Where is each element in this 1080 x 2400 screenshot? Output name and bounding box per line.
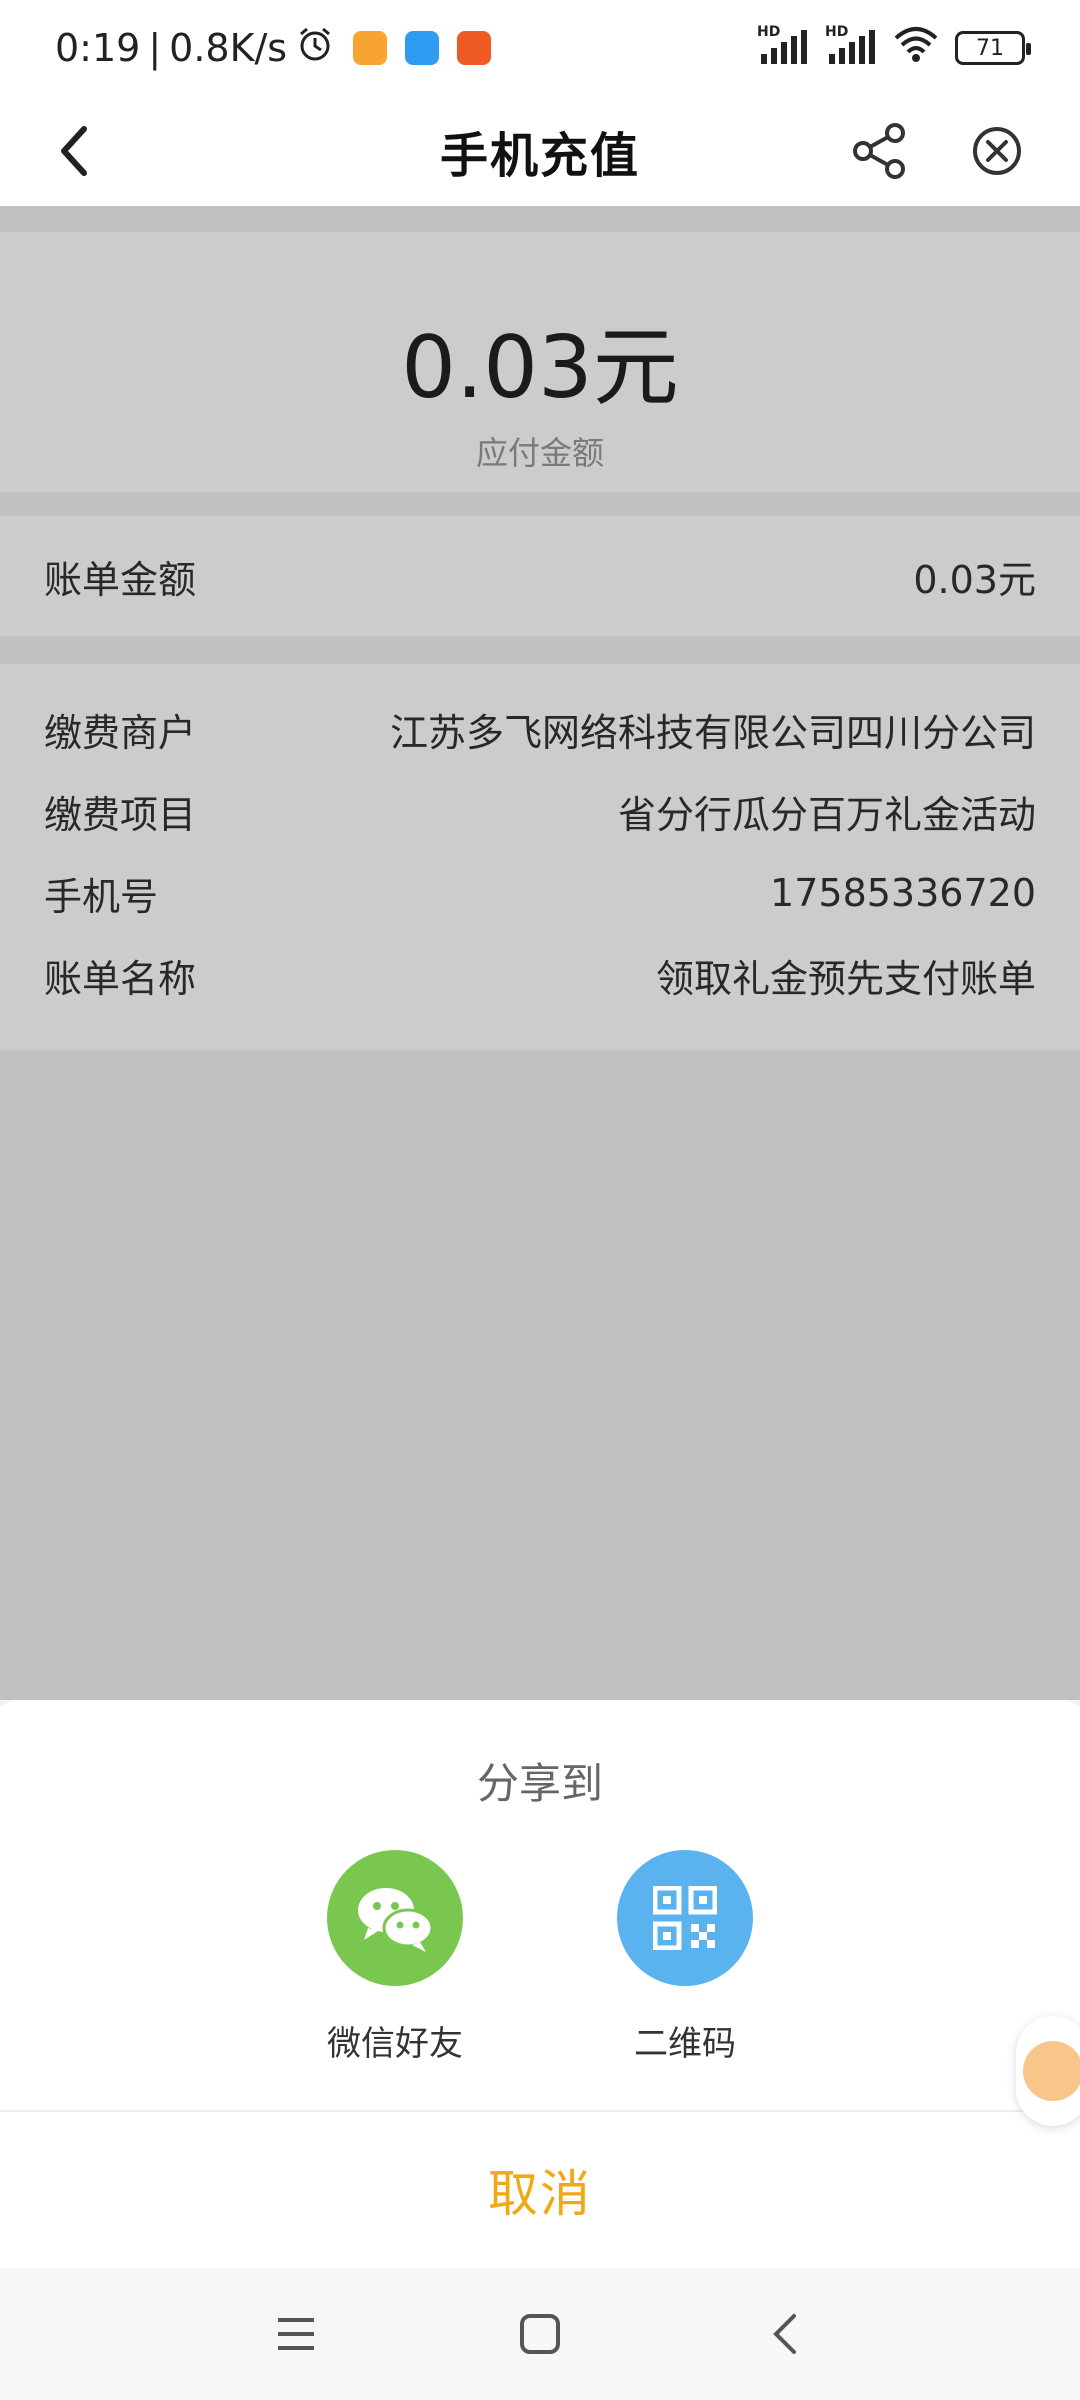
back-button[interactable]	[40, 116, 110, 186]
back-triangle-icon	[773, 2314, 796, 2354]
dim-overlay[interactable]	[0, 206, 1080, 1700]
status-separator: |	[148, 26, 162, 70]
network-speed: 0.8K/s	[169, 26, 288, 70]
notification-app-icon-orange	[353, 31, 388, 65]
close-button[interactable]	[958, 112, 1036, 190]
alarm-icon	[295, 24, 335, 73]
system-nav-bar	[0, 2268, 1080, 2400]
signal-hd-label-1: HD	[757, 24, 781, 40]
screen: 0:19 | 0.8K/s HD HD 71 手机充值 0.03元 应付金额 账…	[0, 0, 1080, 2400]
share-qrcode[interactable]: 二维码	[595, 1850, 775, 2065]
status-left: 0:19 | 0.8K/s	[55, 24, 492, 73]
nav-bar: 手机充值	[0, 96, 1080, 206]
floating-assistant-button[interactable]	[1016, 2016, 1080, 2126]
status-right: HD HD 71	[757, 24, 1031, 73]
chevron-left-icon	[61, 126, 87, 176]
notification-app-icon-blue	[405, 31, 440, 65]
share-option-label: 二维码	[634, 2024, 736, 2064]
share-sheet: 分享到 微信好友 二维码 取消	[0, 1700, 1080, 2268]
battery-level: 71	[976, 35, 1004, 61]
share-wechat-friend[interactable]: 微信好友	[305, 1850, 485, 2065]
page-title: 手机充值	[439, 128, 640, 184]
cancel-button[interactable]: 取消	[0, 2112, 1080, 2268]
share-option-label: 微信好友	[327, 2024, 463, 2064]
signal-icon-1: HD	[757, 24, 809, 68]
wifi-icon	[893, 24, 939, 73]
home-button[interactable]	[508, 2302, 572, 2366]
wechat-icon	[327, 1850, 463, 1986]
floating-assistant-icon	[1023, 2041, 1080, 2101]
menu-button[interactable]	[264, 2302, 328, 2366]
menu-icon	[278, 2318, 314, 2350]
qrcode-icon	[617, 1850, 753, 1986]
close-icon	[973, 127, 1021, 175]
signal-hd-label-2: HD	[825, 24, 849, 40]
share-icon	[853, 123, 905, 179]
signal-icon-2: HD	[825, 24, 877, 68]
home-square-icon	[520, 2314, 560, 2354]
status-time: 0:19	[55, 26, 141, 70]
battery-indicator: 71	[955, 31, 1031, 65]
status-bar: 0:19 | 0.8K/s HD HD 71	[0, 0, 1080, 96]
system-back-button[interactable]	[752, 2302, 816, 2366]
notification-app-icon-red	[457, 31, 492, 65]
share-button[interactable]	[840, 112, 918, 190]
share-sheet-title: 分享到	[476, 1759, 603, 1808]
